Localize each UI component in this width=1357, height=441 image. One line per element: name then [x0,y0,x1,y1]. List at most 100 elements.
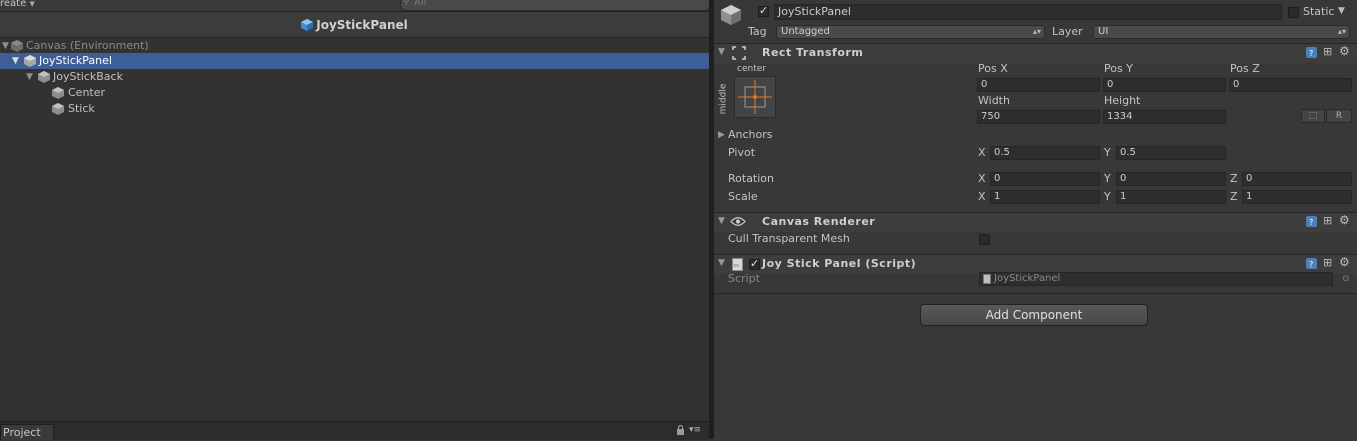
scale-z-field[interactable]: 1 [1242,190,1352,204]
tag-dropdown[interactable]: Untagged ▴▾ [776,25,1045,39]
add-component-button[interactable]: Add Component [920,304,1148,326]
script-label: Script [728,272,760,285]
script-object-field[interactable]: JoyStickPanel [979,272,1333,286]
gear-icon[interactable]: ⚙ [1339,255,1350,269]
gear-icon[interactable]: ⚙ [1339,213,1350,227]
tab-menu-icon[interactable]: ▾≡ [689,425,701,435]
canvas-renderer-header[interactable]: ▼ Canvas Renderer ? ⊞ ⚙ [714,212,1357,232]
static-checkbox[interactable] [1288,7,1299,18]
fold-arrow-icon[interactable]: ▼ [26,69,33,85]
fold-arrow-icon[interactable]: ▼ [12,53,19,69]
fold-arrow-icon[interactable]: ▼ [2,38,9,54]
tag-label: Tag [748,25,767,38]
tree-item-joystickback[interactable]: ▼ JoyStickBack [0,69,709,85]
pos-y-field[interactable]: 0 [1103,78,1226,92]
tree-item-label: Center [68,86,106,99]
blue-cube-icon [301,19,314,31]
blueprint-icon: ⬚ [1308,111,1318,121]
tree-item-label: Stick [68,102,95,115]
pos-z-label: Pos Z [1230,62,1260,75]
updown-arrow-icon: ▴▾ [1032,27,1041,36]
svg-text:?: ? [1309,49,1313,58]
bottom-tab-bar: Project ▾≡ [0,421,709,440]
svg-text:?: ? [1309,260,1313,269]
canvas-renderer-title: Canvas Renderer [762,215,876,228]
tree-item-stick[interactable]: Stick [0,101,709,117]
pos-z-field[interactable]: 0 [1229,78,1352,92]
scale-label: Scale [728,190,758,203]
tree-item-label: JoyStickPanel [39,54,112,67]
tree-item-canvas-environment[interactable]: ▼ Canvas (Environment) [0,38,709,54]
script-enabled-checkbox[interactable] [749,257,760,270]
object-picker-icon[interactable]: ⊙ [1342,272,1350,286]
tab-project[interactable]: Project [0,424,54,440]
anchors-label[interactable]: Anchors [728,128,773,142]
help-icon[interactable]: ? [1306,216,1317,230]
preset-icon[interactable]: ⊞ [1323,45,1332,58]
rotation-y-axis-label: Y [1104,172,1111,185]
pivot-y-field[interactable]: 0.5 [1116,146,1226,160]
fold-arrow-icon[interactable]: ▼ [718,216,725,226]
preset-icon[interactable]: ⊞ [1323,256,1332,269]
chevron-down-icon: ▼ [29,0,35,8]
help-icon[interactable]: ? [1306,47,1317,61]
gameobject-large-icon [720,4,742,29]
rotation-label: Rotation [728,172,775,185]
layer-dropdown[interactable]: UI ▴▾ [1093,25,1350,39]
scale-x-field[interactable]: 1 [990,190,1100,204]
script-file-icon [983,274,991,288]
cull-transparent-mesh-label: Cull Transparent Mesh [728,232,850,245]
tree-item-label: JoyStickBack [53,70,123,83]
fold-arrow-icon[interactable]: ▶ [718,128,725,142]
rect-transform-title: Rect Transform [762,46,864,59]
fold-arrow-icon[interactable]: ▼ [718,47,725,57]
rotation-x-field[interactable]: 0 [990,172,1100,186]
create-button[interactable]: reate ▼ [0,0,35,11]
gameobject-cube-icon [52,103,64,120]
active-checkbox[interactable] [758,4,769,17]
anchor-h-label: center [737,64,766,74]
chevron-down-icon[interactable]: ▼ [1338,4,1345,18]
cull-transparent-mesh-checkbox[interactable] [979,234,990,245]
width-field[interactable]: 750 [977,110,1100,124]
rotation-z-field[interactable]: 0 [1242,172,1352,186]
preset-icon[interactable]: ⊞ [1323,214,1332,227]
fold-arrow-icon[interactable]: ▼ [718,258,725,268]
tree-item-center[interactable]: Center [0,85,709,101]
layer-value: UI [1098,26,1109,37]
anchor-preset-button[interactable] [734,76,776,118]
raw-edit-button[interactable]: R [1326,109,1352,123]
script-component-header[interactable]: ▼ cs Joy Stick Panel (Script) ? ⊞ ⚙ [714,254,1357,274]
anchor-v-label: middle [718,83,729,115]
lock-icon[interactable] [676,424,685,438]
pos-x-field[interactable]: 0 [977,78,1100,92]
gear-icon[interactable]: ⚙ [1339,44,1350,58]
pos-y-label: Pos Y [1104,62,1133,75]
scale-z-axis-label: Z [1230,190,1238,203]
blueprint-mode-button[interactable]: ⬚ [1301,109,1325,123]
search-icon: ⚲ [403,0,410,7]
script-object-value: JoyStickPanel [994,273,1061,284]
tree-item-joystickpanel[interactable]: ▼ JoyStickPanel [0,53,709,69]
hierarchy-search-input[interactable]: ⚲ All [400,0,711,11]
tag-value: Untagged [781,26,830,37]
updown-arrow-icon: ▴▾ [1337,27,1346,36]
inspector-panel: JoyStickPanel Static ▼ Tag Untagged ▴▾ L… [714,0,1357,439]
svg-text:?: ? [1309,218,1313,227]
help-icon[interactable]: ? [1306,258,1317,272]
tree-item-label: Canvas (Environment) [26,39,149,52]
component-divider [714,293,1357,294]
height-field[interactable]: 1334 [1103,110,1226,124]
pivot-label: Pivot [728,146,756,159]
search-placeholder: All [414,0,427,8]
rotation-y-field[interactable]: 0 [1116,172,1226,186]
object-name-field[interactable]: JoyStickPanel [774,4,1282,20]
create-label: reate [0,0,27,9]
rect-transform-header[interactable]: ▼ Rect Transform ? ⊞ ⚙ [714,43,1357,63]
pos-x-label: Pos X [978,62,1008,75]
pivot-x-field[interactable]: 0.5 [990,146,1100,160]
eye-icon [730,216,746,230]
layer-label: Layer [1052,25,1083,38]
scale-y-field[interactable]: 1 [1116,190,1226,204]
scale-x-axis-label: X [978,190,986,203]
